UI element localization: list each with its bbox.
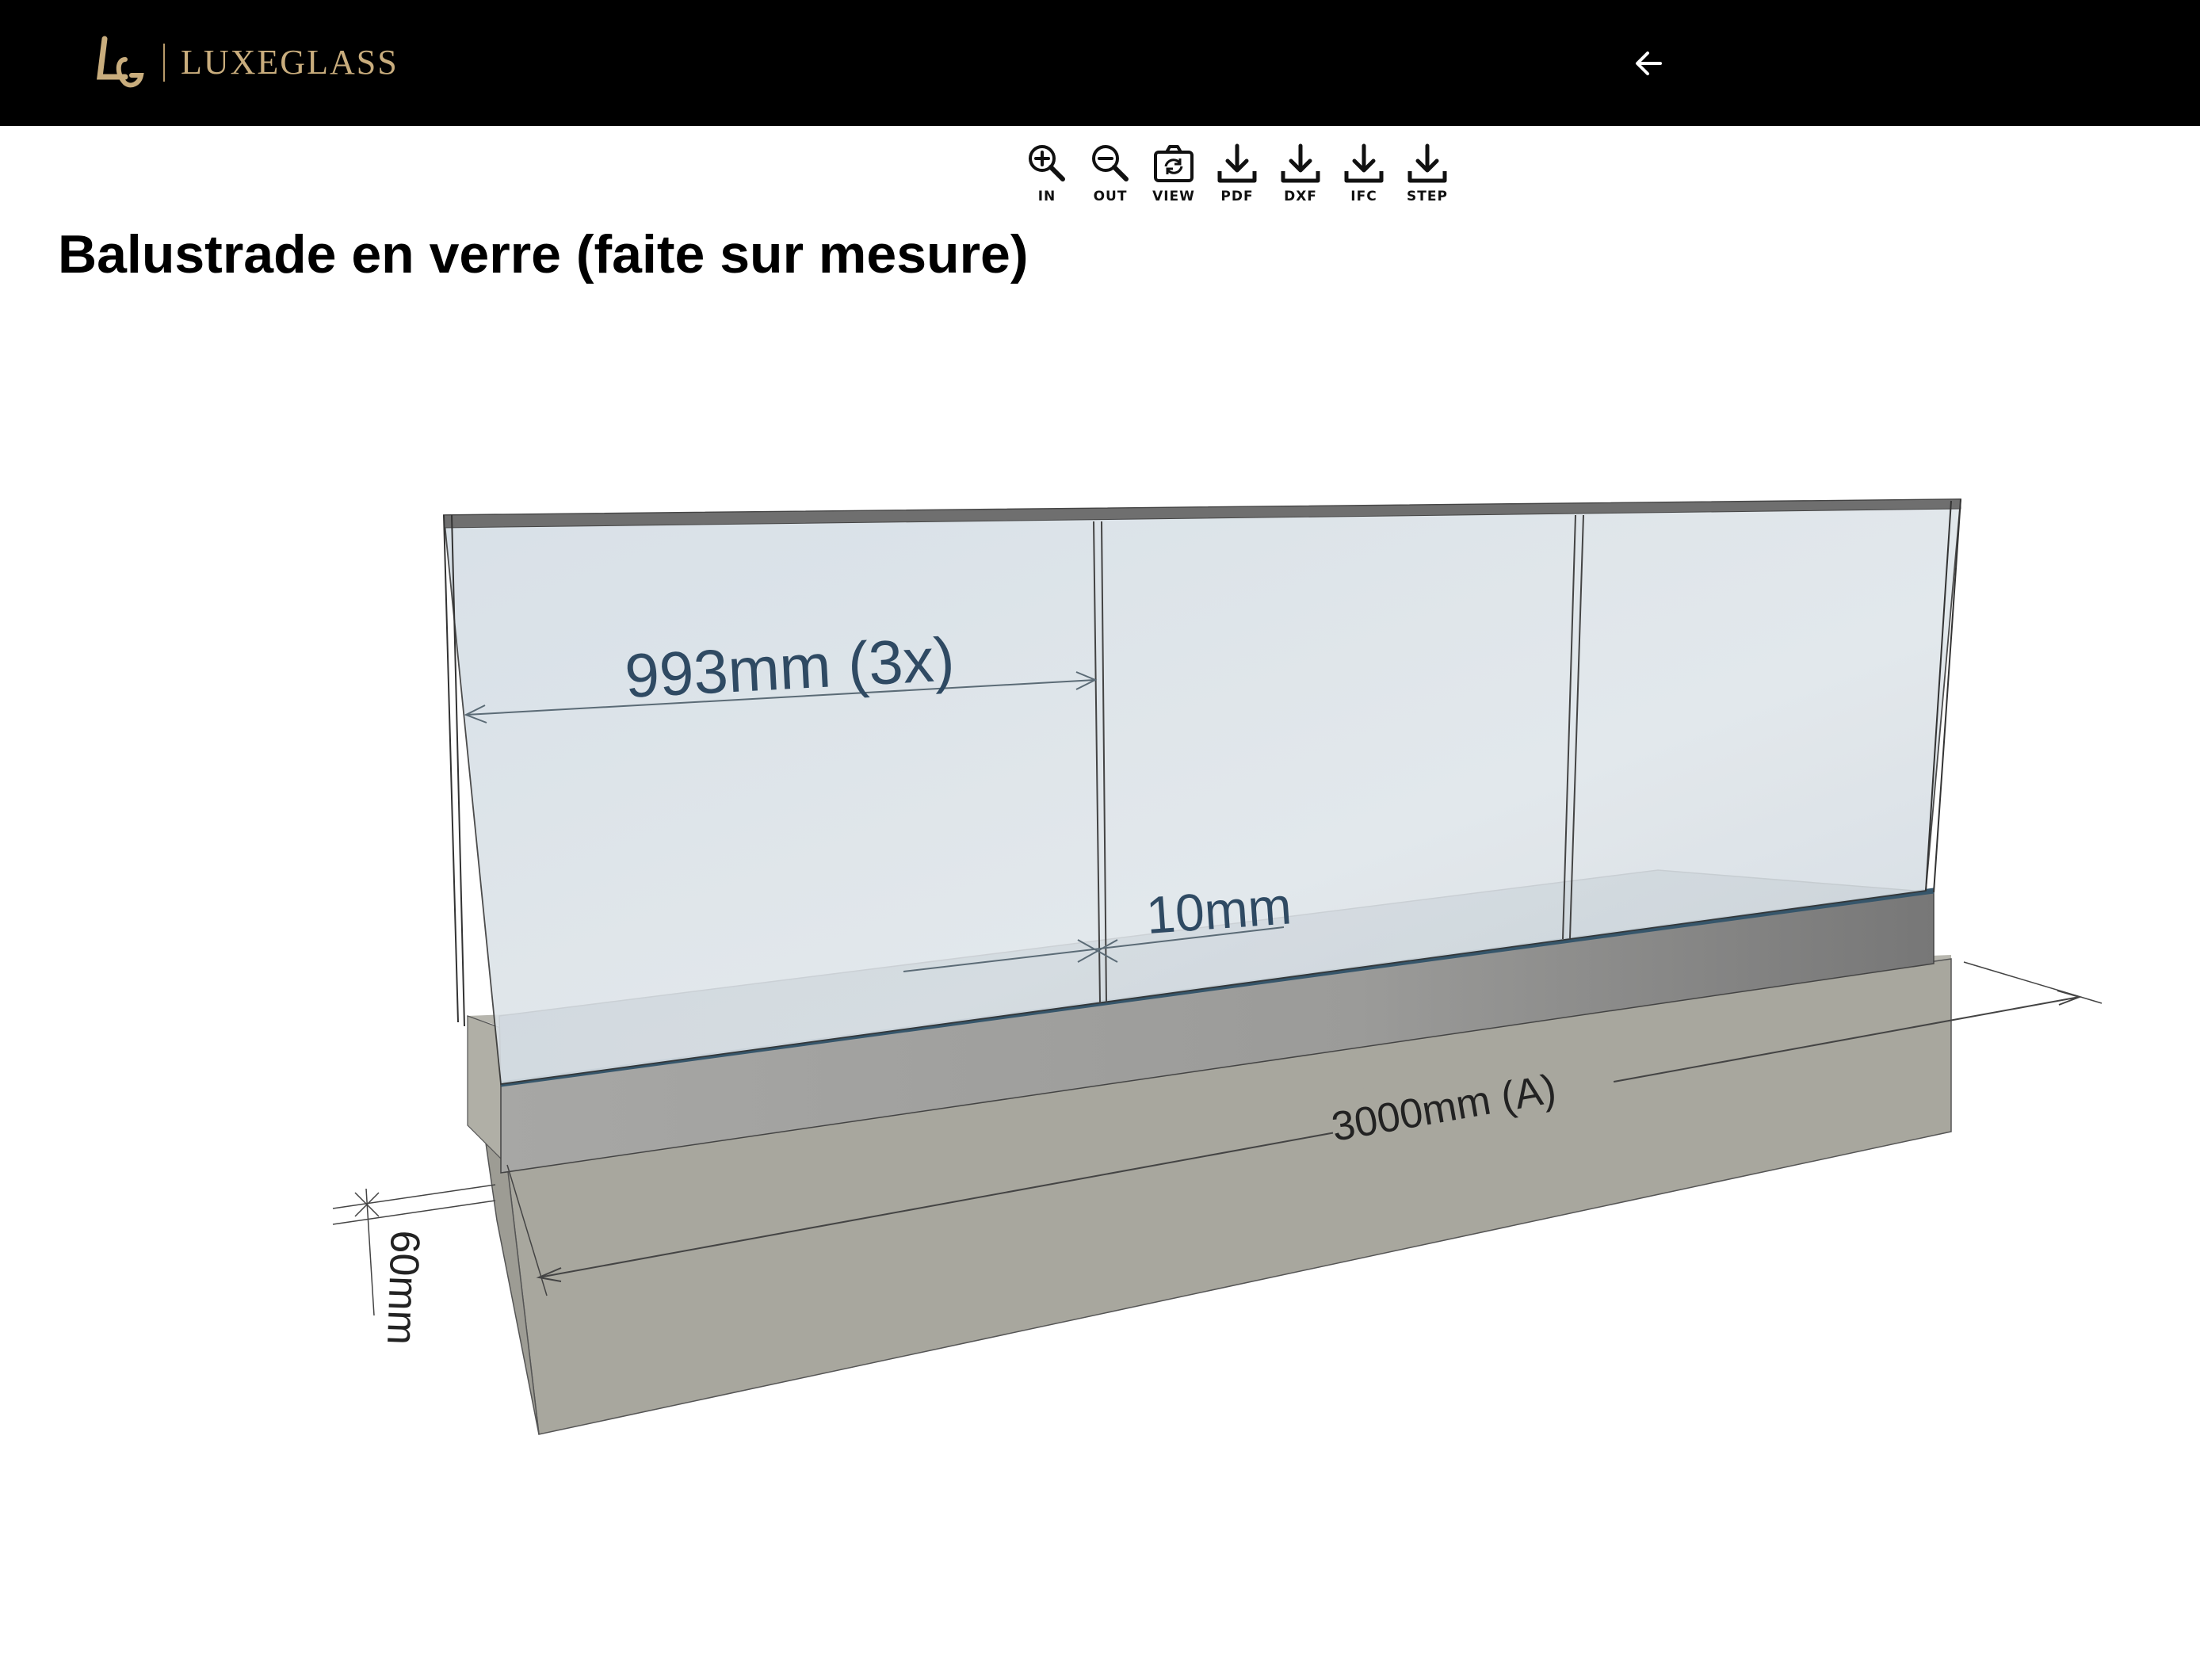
base-height-label: 60mm [378, 1230, 428, 1346]
dimension-base-height: 60mm [332, 1184, 496, 1346]
balustrade-3d-viewer[interactable]: 993mm (3x) 10mm 3000mm (A) 60mm [0, 0, 2200, 1680]
dimension-extension [332, 1184, 496, 1225]
glass-thickness-label: 10mm [1144, 876, 1293, 945]
